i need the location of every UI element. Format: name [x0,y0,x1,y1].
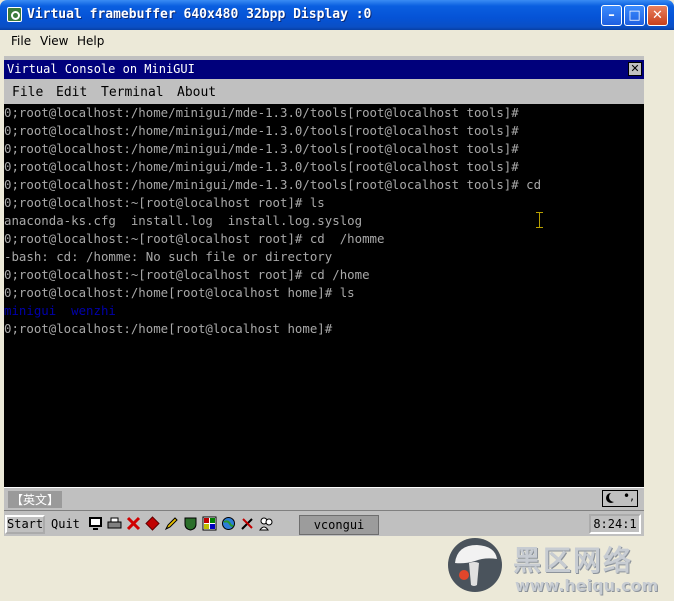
text-cursor-icon [536,212,543,228]
taskbar: Start Quit vcongui 8:24:1 [4,510,644,536]
menu-file[interactable]: File [11,34,31,48]
framebuffer-display: Virtual Console on MiniGUI ✕ File Edit T… [4,56,644,536]
watermark-url: www.heiqu.com [515,576,659,595]
maximize-button[interactable]: □ [624,5,645,26]
console-menubar: File Edit Terminal About [4,80,644,104]
console-close-button[interactable]: ✕ [628,62,642,76]
globe-icon[interactable] [221,516,236,531]
terminal-screen[interactable]: 0;root@localhost:/home/minigui/mde-1.3.0… [4,104,644,487]
console-menu-about[interactable]: About [177,85,216,100]
red-diamond-icon[interactable] [145,516,160,531]
terminal-line: 0;root@localhost:/home/minigui/mde-1.3.0… [4,105,519,120]
watermark-text: 黑区网络 [513,544,634,577]
terminal-line: 0;root@localhost:/home/minigui/mde-1.3.0… [4,123,519,138]
terminal-line: -bash: cd: /homme: No such file or direc… [4,249,333,264]
app-icon [7,7,22,22]
minimize-button[interactable]: – [601,5,622,26]
quit-button[interactable]: Quit [51,517,80,531]
menu-view[interactable]: View [40,34,68,48]
console-menu-edit[interactable]: Edit [56,85,87,100]
console-menu-file[interactable]: File [12,85,43,100]
pencil-icon[interactable] [164,516,179,531]
start-button[interactable]: Start [5,515,45,534]
shield-icon[interactable] [183,516,198,531]
grid-icon[interactable] [202,516,217,531]
printer-icon[interactable] [107,516,122,531]
mushroom-logo-icon [448,538,502,592]
ime-bar: 【英文】 •, [4,487,644,510]
console-titlebar[interactable]: Virtual Console on MiniGUI ✕ [4,60,644,79]
terminal-line: 0;root@localhost:~[root@localhost root]#… [4,267,370,282]
menu-help[interactable]: Help [77,34,104,48]
close-button[interactable]: ✕ [647,5,668,26]
half-width-moon-icon[interactable] [606,492,619,503]
dir-listing: minigui wenzhi [4,303,116,318]
terminal-line: 0;root@localhost:/home[root@localhost ho… [4,285,355,300]
window-menubar: File View Help [4,30,670,54]
terminal-line-dirs: minigui wenzhi [4,302,116,320]
terminal-line: 0;root@localhost:~[root@localhost root]#… [4,231,385,246]
tools-icon[interactable] [240,516,255,531]
ime-toggle[interactable]: •, [602,489,638,507]
people-icon[interactable] [259,516,274,531]
taskbar-task-vcongui[interactable]: vcongui [299,515,379,535]
terminal-line: 0;root@localhost:/home[root@localhost ho… [4,321,333,336]
console-title: Virtual Console on MiniGUI [7,62,195,76]
terminal-line: 0;root@localhost:/home/minigui/mde-1.3.0… [4,177,542,192]
punctuation-toggle[interactable]: •, [623,489,634,503]
window-title: Virtual framebuffer 640x480 32bpp Displa… [27,7,372,22]
taskbar-clock: 8:24:1 [589,514,641,534]
watermark: 黑区网络 www.heiqu.com [447,537,674,601]
ime-mode-label[interactable]: 【英文】 [8,491,63,508]
window-titlebar[interactable]: Virtual framebuffer 640x480 32bpp Displa… [0,0,674,30]
terminal-line: anaconda-ks.cfg install.log install.log.… [4,213,363,228]
console-menu-terminal[interactable]: Terminal [101,85,164,100]
terminal-line: 0;root@localhost:~[root@localhost root]#… [4,195,325,210]
monitor-icon[interactable] [88,516,103,531]
red-x-icon[interactable] [126,516,141,531]
terminal-line: 0;root@localhost:/home/minigui/mde-1.3.0… [4,159,519,174]
terminal-line: 0;root@localhost:/home/minigui/mde-1.3.0… [4,141,519,156]
